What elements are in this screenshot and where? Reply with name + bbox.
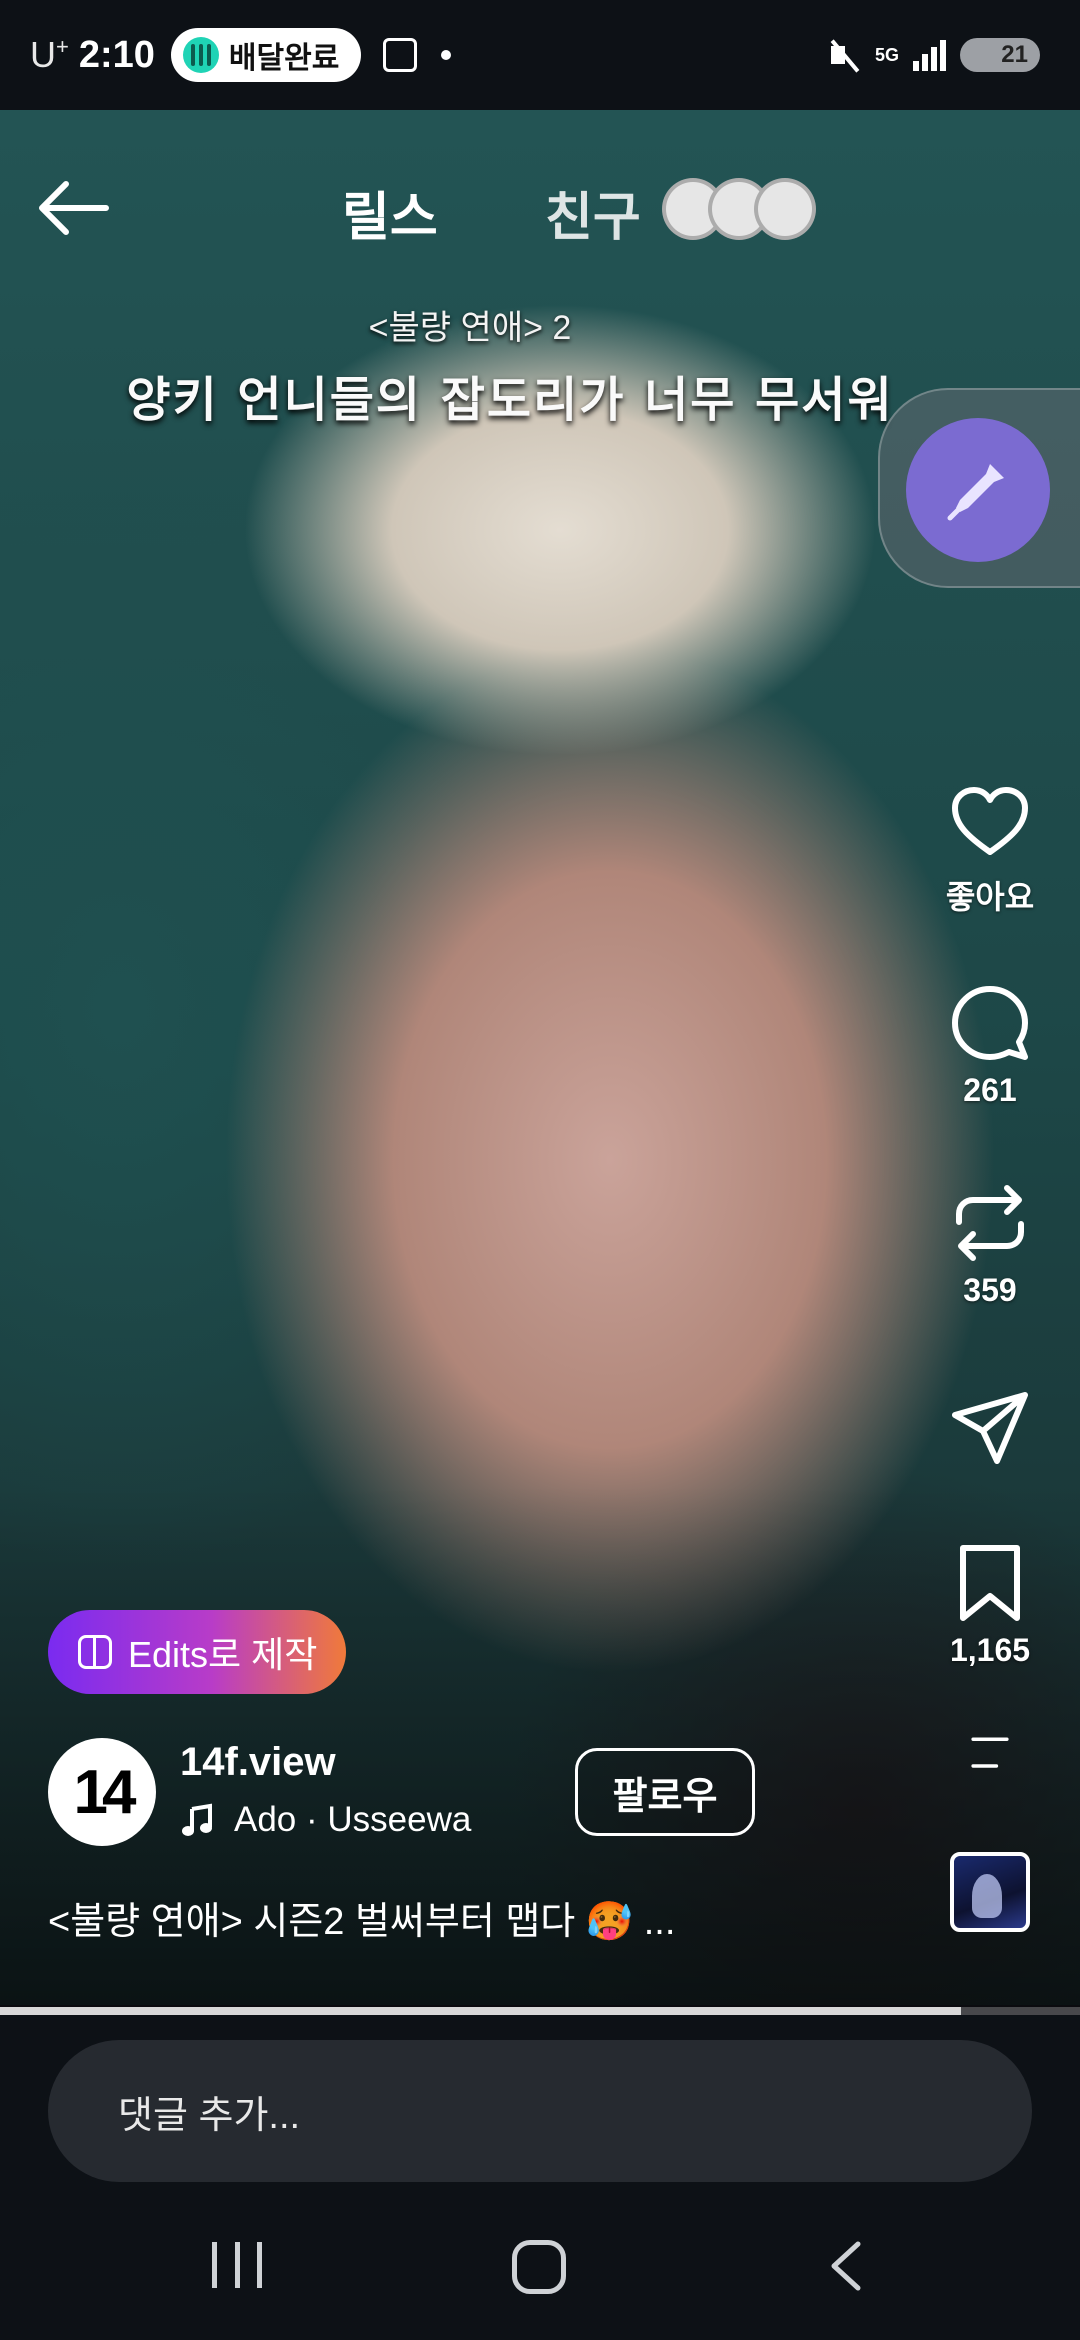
- carrier-label: U+: [30, 34, 69, 76]
- repost-icon: [956, 1185, 1024, 1261]
- comment-icon: [952, 986, 1028, 1060]
- username[interactable]: 14f.view: [180, 1740, 336, 1785]
- mute-icon: [827, 38, 861, 72]
- system-back-button[interactable]: [820, 2238, 870, 2294]
- pin-icon: [947, 464, 1004, 521]
- chevron-left-icon: [831, 2241, 861, 2291]
- status-bar: U+ 2:10 배달완료 5G 21: [0, 0, 1080, 110]
- delivery-notification-pill[interactable]: 배달완료: [170, 28, 362, 82]
- menu-lines-icon: [971, 1737, 1009, 1768]
- delivery-app-icon: [182, 37, 219, 73]
- reposts-count: 359: [963, 1272, 1017, 1308]
- music-note-icon: [182, 1803, 212, 1836]
- carrier-text: U: [30, 34, 56, 75]
- more-options-button[interactable]: [945, 1730, 1035, 1780]
- send-icon: [952, 1392, 1028, 1464]
- comment-input[interactable]: 댓글 추가...: [48, 2040, 1032, 2182]
- recent-apps-button[interactable]: [212, 2242, 262, 2288]
- video-caption-title: <불량 연애> 2: [368, 309, 572, 347]
- audio-thumbnail[interactable]: [950, 1852, 1030, 1932]
- notification-dot-icon: [441, 50, 452, 60]
- music-attribution[interactable]: Ado · Usseewa: [180, 1800, 471, 1840]
- video-caption-subtitle: 양키 언니들의 잡도리가 너무 무서워: [126, 372, 894, 428]
- arrow-left-icon: [39, 181, 109, 235]
- delivery-notification-text: 배달완료: [228, 42, 340, 75]
- like-label: 좋아요: [945, 879, 1035, 915]
- carrier-sup: +: [56, 34, 69, 59]
- music-label: Ado · Usseewa: [234, 1800, 472, 1839]
- edits-icon: [78, 1635, 112, 1669]
- post-caption[interactable]: <불량 연애> 시즌2 벌써부터 맵다 🥵 ...: [48, 1890, 675, 1945]
- edits-create-label: Edits로 제작: [128, 1634, 318, 1675]
- screenshot-icon: [383, 38, 418, 72]
- battery-indicator: 21: [960, 38, 1040, 72]
- bookmark-icon: [960, 1545, 1020, 1621]
- home-button[interactable]: [512, 2240, 566, 2294]
- share-button[interactable]: [945, 1385, 1035, 1471]
- saves-count: 1,165: [949, 1632, 1031, 1668]
- edits-create-button[interactable]: Edits로 제작: [48, 1610, 346, 1694]
- like-button[interactable]: 좋아요: [945, 780, 1035, 918]
- signal-icon: [913, 39, 946, 71]
- save-button[interactable]: 1,165: [945, 1540, 1035, 1669]
- avatar[interactable]: 14: [48, 1738, 156, 1846]
- comment-button[interactable]: 261: [945, 980, 1035, 1109]
- video-progress-bar[interactable]: [0, 2007, 1080, 2015]
- follow-button[interactable]: 팔로우: [575, 1748, 755, 1836]
- floating-pin-button[interactable]: [906, 418, 1050, 562]
- heart-icon: [952, 787, 1028, 855]
- tab-reels[interactable]: 릴스: [342, 175, 438, 250]
- tab-friends[interactable]: 친구: [545, 175, 641, 250]
- friend-avatar: [754, 178, 816, 240]
- video-progress-fill: [0, 2007, 962, 2015]
- status-icons: 5G 21: [827, 0, 1040, 110]
- back-button[interactable]: [36, 178, 110, 238]
- comments-count: 261: [963, 1072, 1017, 1108]
- friend-avatars[interactable]: [662, 178, 822, 240]
- repost-button[interactable]: 359: [945, 1180, 1035, 1309]
- network-type: 5G: [874, 45, 899, 65]
- status-time: 2:10: [78, 33, 155, 76]
